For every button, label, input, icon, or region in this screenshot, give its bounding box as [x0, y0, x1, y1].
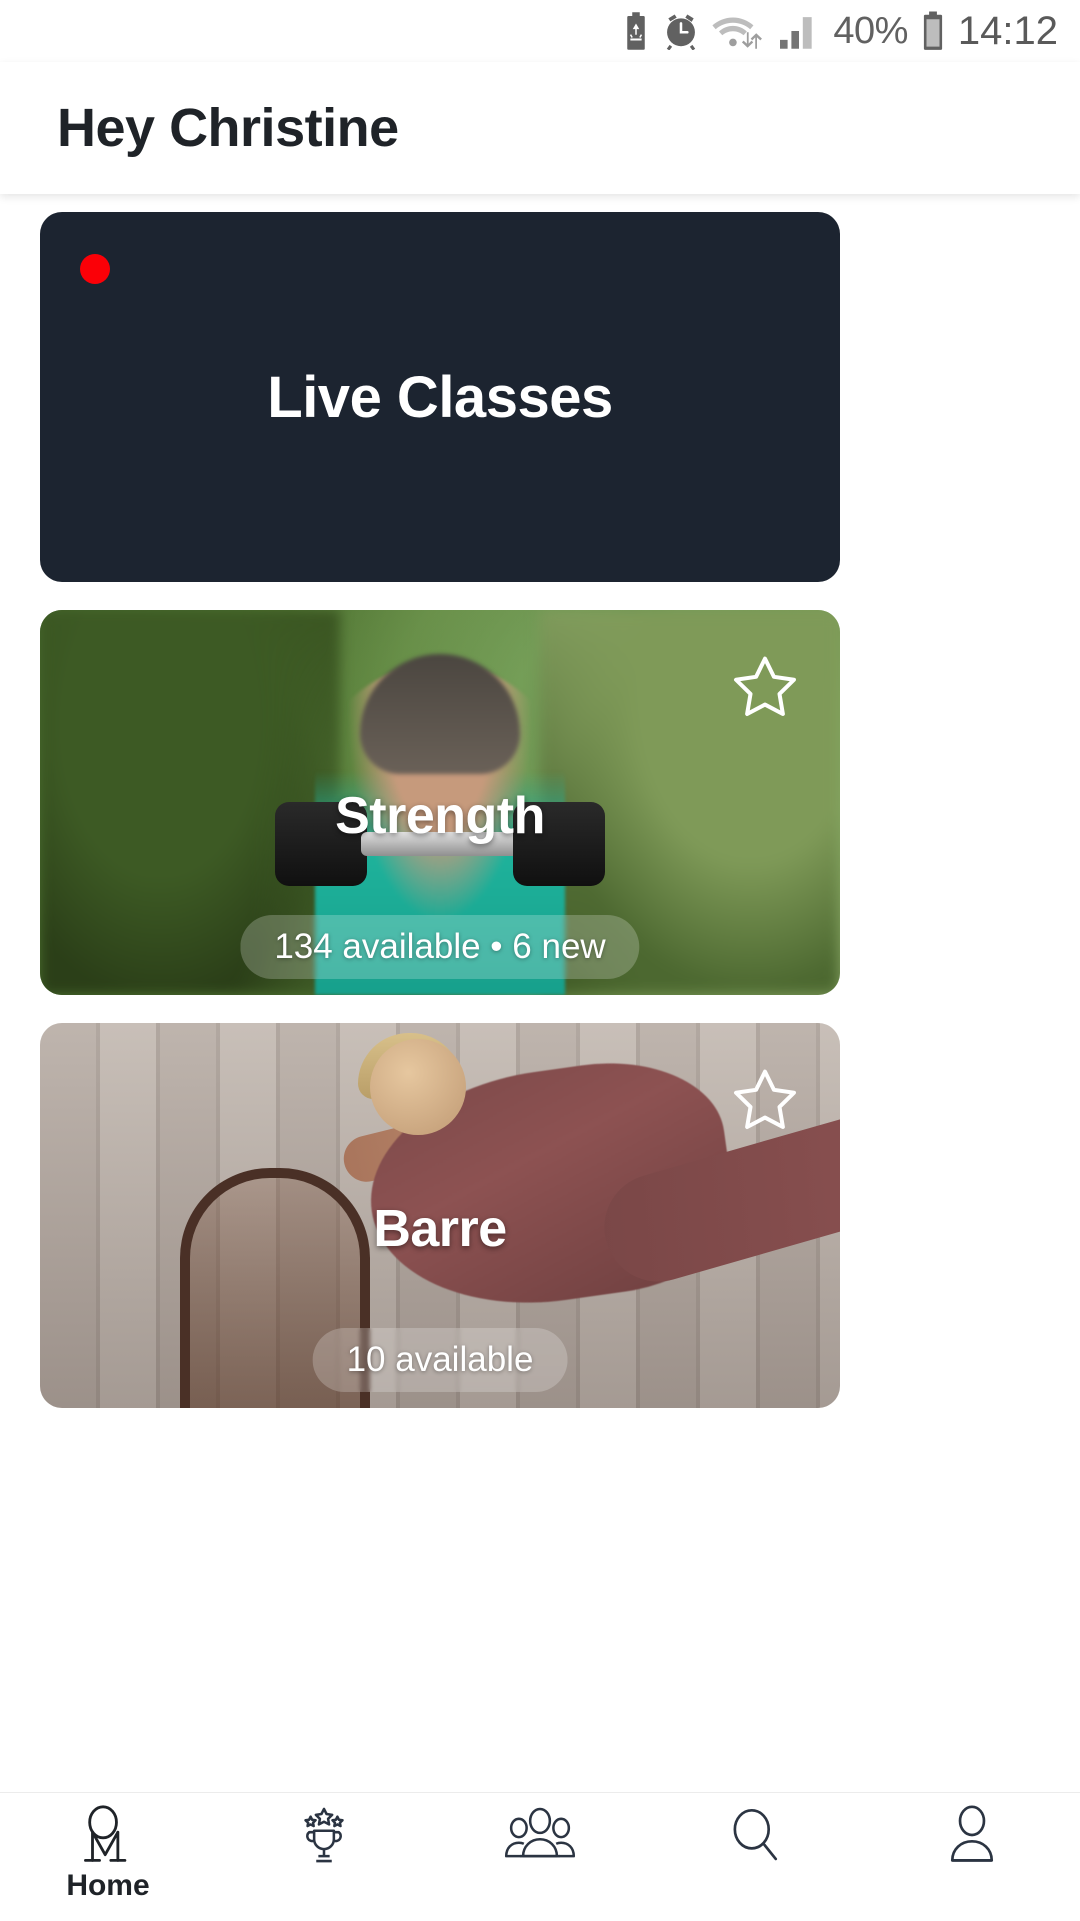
page-title: Hey Christine: [57, 97, 399, 159]
star-outline-icon[interactable]: [728, 650, 802, 724]
category-card-barre[interactable]: Barre 10 available: [40, 1023, 840, 1408]
category-card-strength[interactable]: Strength 134 available • 6 new: [40, 610, 840, 995]
star-outline-icon[interactable]: [728, 1063, 802, 1137]
wifi-icon: [711, 12, 765, 50]
alarm-clock-icon: [663, 12, 699, 50]
clock-label: 14:12: [958, 11, 1058, 51]
search-icon: [725, 1803, 787, 1867]
barre-card-badge: 10 available: [313, 1328, 568, 1392]
class-list-scroll[interactable]: Live Classes Strength 134 available • 6 …: [0, 194, 1080, 1792]
power-saving-battery-icon: [621, 12, 651, 50]
nav-item-search[interactable]: [648, 1803, 864, 1921]
cellular-signal-icon: [777, 12, 821, 50]
live-classes-card[interactable]: Live Classes: [40, 212, 840, 582]
strength-card-badge: 134 available • 6 new: [240, 915, 639, 979]
nav-label-home: Home: [66, 1871, 149, 1901]
status-bar: 40% 14:12: [0, 0, 1080, 62]
nav-item-home[interactable]: Home: [0, 1803, 216, 1921]
bottom-navigation-bar: Home: [0, 1792, 1080, 1920]
om-monogram-icon: [79, 1803, 137, 1867]
live-dot-icon: [80, 254, 110, 284]
people-group-icon: [502, 1803, 578, 1867]
nav-item-profile[interactable]: [864, 1803, 1080, 1921]
battery-icon: [920, 11, 946, 51]
live-classes-title: Live Classes: [267, 364, 612, 431]
nav-item-achievements[interactable]: [216, 1803, 432, 1921]
barre-card-title: Barre: [40, 1199, 840, 1259]
strength-card-title: Strength: [40, 786, 840, 846]
nav-item-community[interactable]: [432, 1803, 648, 1921]
trophy-icon: [293, 1803, 355, 1867]
app-header: Hey Christine: [0, 62, 1080, 194]
person-icon: [943, 1803, 1001, 1867]
battery-percent-label: 40%: [833, 12, 908, 50]
